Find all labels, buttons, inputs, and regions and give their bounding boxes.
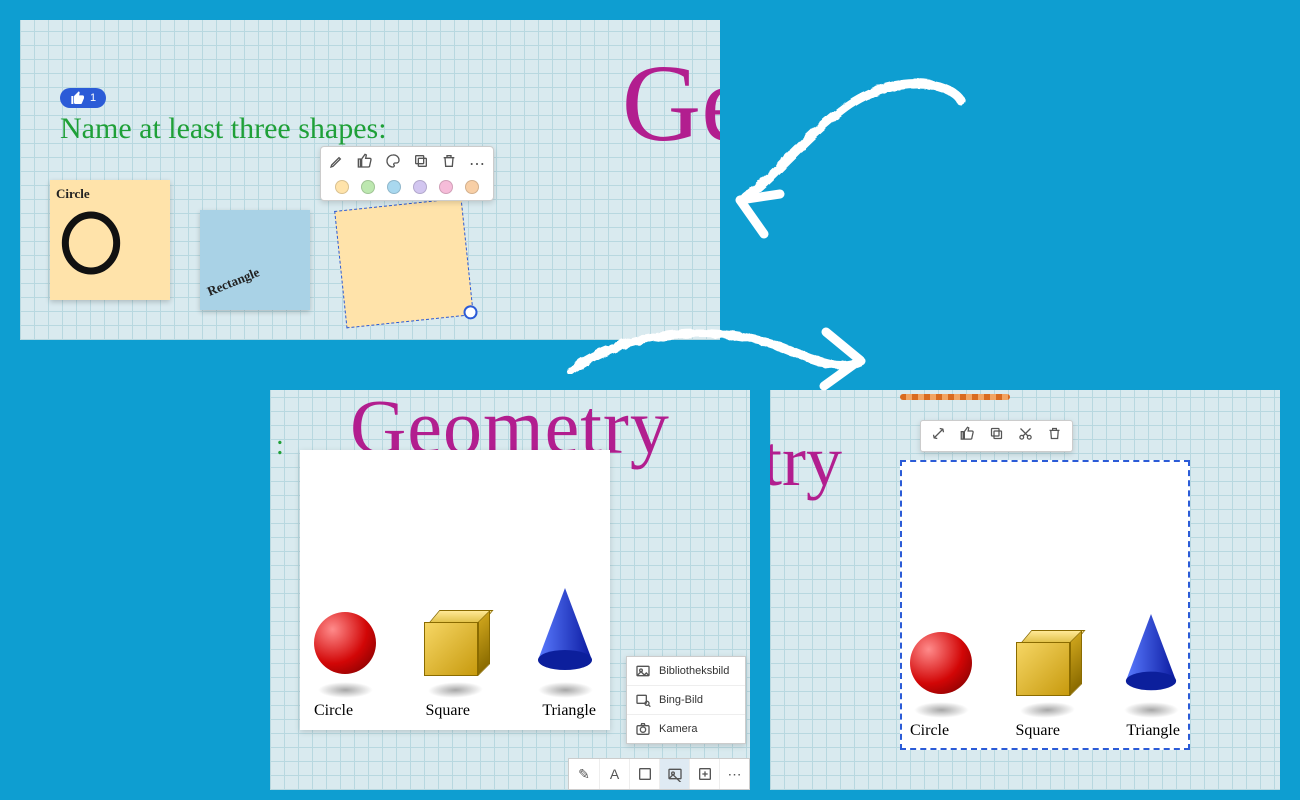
selected-image-frame[interactable]: Circle Square Triangle: [900, 460, 1190, 750]
tool-add[interactable]: [689, 759, 719, 789]
sticky-note-label: Circle: [56, 186, 164, 202]
thumb-up-icon: [70, 90, 86, 106]
thumb-up-icon[interactable]: [357, 153, 373, 174]
sticky-note-rectangle[interactable]: Rectangle: [200, 210, 310, 310]
sphere-icon: [910, 632, 972, 694]
cut-icon[interactable]: [1018, 426, 1033, 446]
tool-more[interactable]: ⋯: [719, 759, 749, 789]
menu-item-label: Bing-Bild: [659, 694, 703, 706]
title-fragment: try: [770, 420, 842, 503]
ruler-tool[interactable]: [900, 394, 1010, 400]
note-icon: [637, 766, 653, 782]
trash-icon[interactable]: [1047, 426, 1062, 446]
plus-square-icon: [697, 766, 713, 782]
swatch-green[interactable]: [361, 180, 375, 194]
note-context-toolbar: ⋯: [320, 146, 494, 201]
shapes-row: [314, 528, 596, 698]
sticky-note-circle[interactable]: Circle: [50, 180, 170, 300]
more-icon: ⋯: [728, 766, 742, 783]
swatch-purple[interactable]: [413, 180, 427, 194]
image-icon: [667, 766, 683, 782]
tool-pen[interactable]: ✎: [569, 759, 599, 789]
menu-item-bing[interactable]: Bing-Bild: [627, 685, 745, 714]
cone-icon: [534, 588, 596, 674]
thumb-up-icon[interactable]: [960, 426, 975, 446]
whiteboard-panel-1: 1 Name at least three shapes: Ge Circle …: [20, 20, 720, 340]
copy-icon[interactable]: [989, 426, 1004, 446]
whiteboard-main-toolbar: ✎ A ⋯: [568, 758, 750, 790]
label-triangle: Triangle: [542, 702, 596, 720]
swatch-blue[interactable]: [387, 180, 401, 194]
label-square: Square: [426, 702, 470, 720]
menu-item-label: Kamera: [659, 723, 698, 735]
reaction-badge[interactable]: 1: [60, 88, 106, 108]
search-image-icon: [635, 692, 651, 708]
swatch-yellow[interactable]: [335, 180, 349, 194]
cube-icon: [424, 612, 486, 674]
cone-icon: [1122, 614, 1180, 694]
text-icon: A: [610, 766, 619, 782]
label-circle: Circle: [314, 702, 353, 720]
tool-image[interactable]: [659, 759, 689, 789]
answer-image-card[interactable]: Circle Square Triangle: [300, 450, 610, 730]
menu-item-library[interactable]: Bibliotheksbild: [627, 657, 745, 685]
camera-icon: [635, 721, 651, 737]
menu-item-camera[interactable]: Kamera: [627, 714, 745, 743]
sticky-note-selected[interactable]: [334, 198, 474, 329]
instruction-fragment: :: [276, 430, 284, 462]
palette-icon[interactable]: [385, 153, 401, 174]
sticky-note-label: Rectangle: [205, 264, 262, 299]
trash-icon[interactable]: [441, 153, 457, 174]
label-square: Square: [1016, 722, 1060, 740]
instruction-text: Name at least three shapes:: [60, 112, 387, 146]
image-source-menu: Bibliotheksbild Bing-Bild Kamera: [626, 656, 746, 744]
menu-item-label: Bibliotheksbild: [659, 665, 729, 677]
color-swatch-row: [329, 180, 485, 194]
swatch-orange[interactable]: [465, 180, 479, 194]
whiteboard-panel-3: try Circle Square Triangle: [770, 390, 1280, 790]
label-circle: Circle: [910, 722, 949, 740]
image-icon: [635, 663, 651, 679]
copy-icon[interactable]: [413, 153, 429, 174]
sketch-arrow-left: [720, 70, 980, 250]
swatch-pink[interactable]: [439, 180, 453, 194]
tool-note[interactable]: [629, 759, 659, 789]
tool-text[interactable]: A: [599, 759, 629, 789]
label-triangle: Triangle: [1126, 722, 1180, 740]
hand-circle-icon: [56, 208, 126, 278]
more-icon[interactable]: ⋯: [469, 154, 485, 174]
magic-select-icon[interactable]: [931, 426, 946, 446]
pen-icon: ✎: [578, 766, 590, 783]
title-partial: Ge: [622, 40, 720, 167]
edit-icon[interactable]: [329, 153, 345, 174]
whiteboard-panel-2: Geometry : Circle Square: [270, 390, 750, 790]
sphere-icon: [314, 612, 376, 674]
reaction-count: 1: [90, 92, 96, 104]
image-context-toolbar: [920, 420, 1073, 452]
cube-icon: [1016, 632, 1078, 694]
